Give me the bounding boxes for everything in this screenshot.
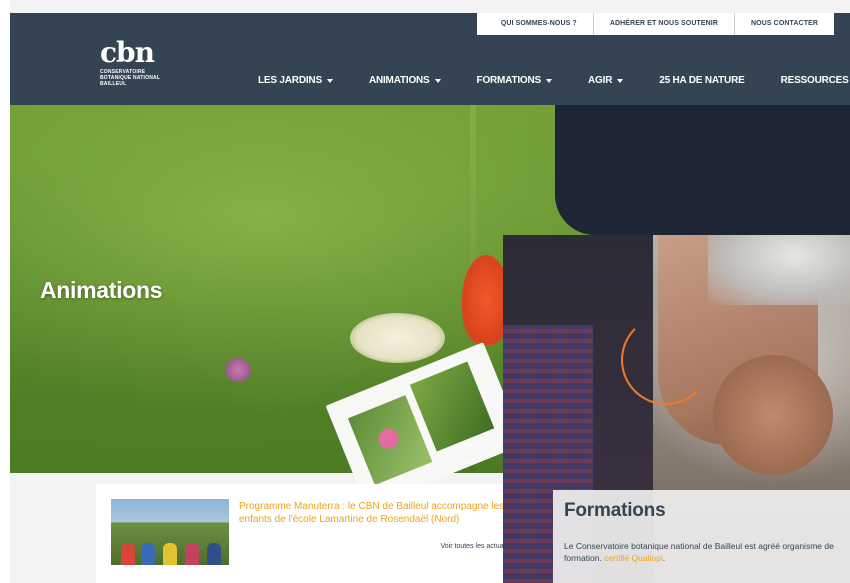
formations-text-suffix: . <box>662 553 666 563</box>
nav-item-label: LES JARDINS <box>258 75 322 86</box>
formations-panel[interactable]: Formations Le Conservatoire botanique na… <box>503 235 850 583</box>
link-who-we-are[interactable]: QUI SOMMES-NOUS ? <box>477 13 594 35</box>
nav-item-les-jardins[interactable]: LES JARDINS <box>258 75 333 86</box>
child-figure <box>141 543 155 565</box>
caret-down-icon <box>434 78 441 83</box>
news-thumbnail[interactable] <box>111 499 229 565</box>
nav-item-agir[interactable]: AGIR <box>588 75 624 86</box>
nav-item-ressources[interactable]: RESSOURCES <box>781 75 850 86</box>
carousel-dot-active[interactable] <box>465 461 468 464</box>
news-card: Programme Manuterra : le CBN de Bailleul… <box>96 484 516 583</box>
photo-orange-cord <box>621 315 711 405</box>
site-header: QUI SOMMES-NOUS ? ADHÉRER ET NOUS SOUTEN… <box>10 13 850 105</box>
main-nav: LES JARDINS ANIMATIONS FORMATIONS AGIR 2… <box>258 75 850 86</box>
caret-down-icon <box>326 78 333 83</box>
hero-background-figure <box>555 105 850 235</box>
photo-hands-loupe <box>713 355 833 475</box>
nav-item-label: 25 HA DE NATURE <box>659 75 745 86</box>
caret-down-icon <box>617 78 624 83</box>
nav-item-label: ANIMATIONS <box>368 75 430 86</box>
thistle-flower-image <box>225 358 251 382</box>
nav-item-formations[interactable]: FORMATIONS <box>476 75 553 86</box>
caret-down-icon <box>546 78 553 83</box>
child-figure <box>163 543 177 565</box>
nav-item-label: AGIR <box>588 75 613 86</box>
link-join-support[interactable]: ADHÉRER ET NOUS SOUTENIR <box>594 13 735 35</box>
nav-item-label: RESSOURCES <box>780 75 849 86</box>
news-headline-link[interactable]: Programme Manuterra : le CBN de Bailleul… <box>239 500 519 526</box>
hero-title: Animations <box>40 277 163 303</box>
carousel-dots <box>458 461 475 464</box>
carousel-dot[interactable] <box>458 461 461 464</box>
nav-item-label: FORMATIONS <box>476 75 542 86</box>
formations-caption: Formations Le Conservatoire botanique na… <box>553 490 850 583</box>
logo-line: BAILLEUL <box>100 81 127 87</box>
site-logo[interactable]: cbn CONSERVATOIRE BOTANIQUE NATIONAL BAI… <box>100 36 160 88</box>
page: QUI SOMMES-NOUS ? ADHÉRER ET NOUS SOUTEN… <box>10 0 850 583</box>
nav-item-25-ha-de-nature[interactable]: 25 HA DE NATURE <box>659 75 745 86</box>
logo-mark: cbn <box>100 36 155 69</box>
white-flower-image <box>350 313 445 363</box>
nav-item-animations[interactable]: ANIMATIONS <box>369 75 441 86</box>
child-figure <box>121 543 135 565</box>
child-figure <box>185 543 199 565</box>
logo-text: CONSERVATOIRE BOTANIQUE NATIONAL BAILLEU… <box>100 69 160 87</box>
carousel-dot[interactable] <box>472 461 475 464</box>
top-utility-bar: QUI SOMMES-NOUS ? ADHÉRER ET NOUS SOUTEN… <box>476 13 834 35</box>
qualiopi-link[interactable]: certifié Qualiopi <box>604 553 663 563</box>
formations-text-prefix: formation. <box>564 553 605 563</box>
botanical-card-image <box>325 342 525 508</box>
formations-title: Formations <box>564 500 666 521</box>
child-figure <box>207 543 221 565</box>
formations-text: Le Conservatoire botanique national de B… <box>564 540 850 564</box>
link-contact[interactable]: NOUS CONTACTER <box>735 13 834 35</box>
photo-hair <box>708 235 850 305</box>
formations-text-line1: Le Conservatoire botanique national de B… <box>564 541 834 551</box>
